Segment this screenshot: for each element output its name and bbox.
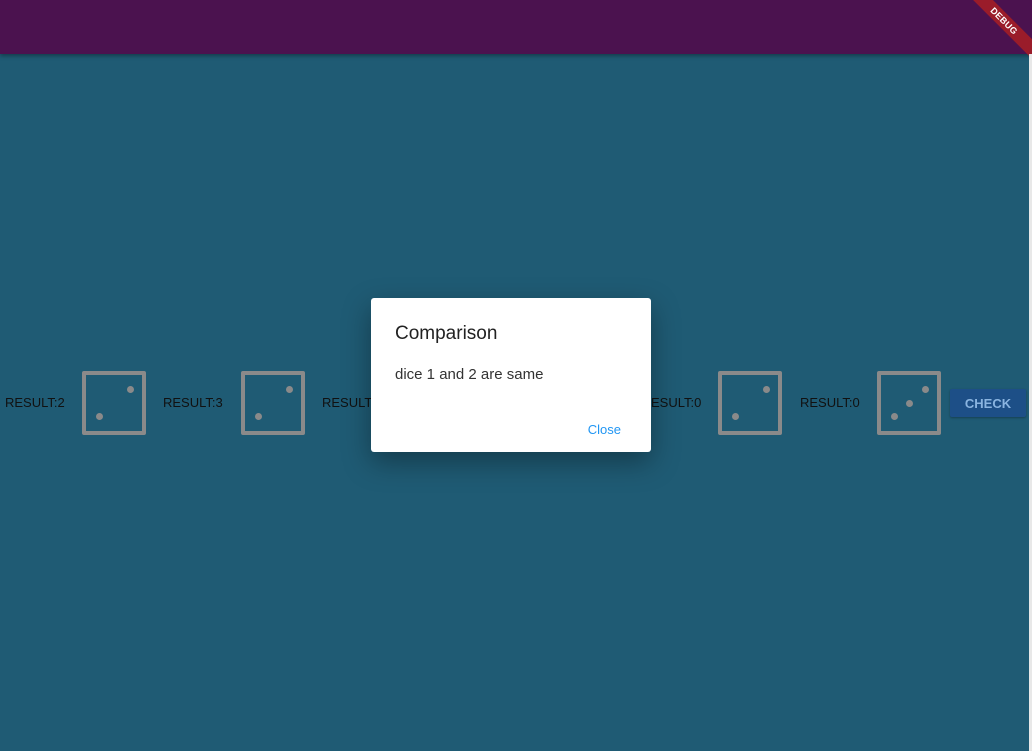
app-screen: DEBUG RESULT:2 RESULT:3 RESULT ESULT:0 R… (0, 0, 1032, 751)
close-button[interactable]: Close (588, 422, 621, 437)
comparison-dialog: Comparison dice 1 and 2 are same Close (371, 298, 651, 452)
dialog-message: dice 1 and 2 are same (395, 366, 544, 383)
dialog-title: Comparison (395, 323, 498, 344)
